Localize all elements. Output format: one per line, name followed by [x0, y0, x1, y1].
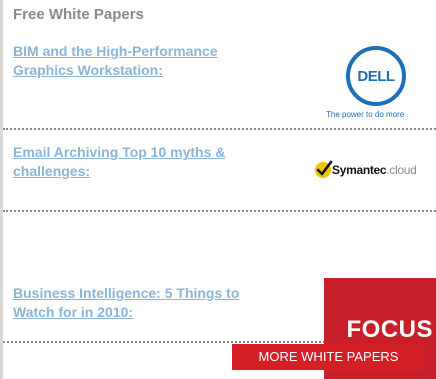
focus-logo-text: FOCUS	[346, 316, 433, 343]
paper-link-bim[interactable]: BIM and the High-Performance Graphics Wo…	[13, 42, 218, 80]
divider	[3, 341, 325, 343]
dell-logo-text: DELL	[357, 67, 395, 85]
more-white-papers-button[interactable]: MORE WHITE PAPERS	[232, 344, 425, 370]
white-papers-panel: Free White Papers BIM and the High-Perfo…	[0, 0, 436, 379]
paper-link-line: Graphics Workstation:	[13, 62, 163, 78]
paper-link-line: Watch for in 2010:	[13, 304, 134, 320]
paper-link-line: BIM and the High-Performance	[13, 43, 218, 59]
symantec-suffix: .cloud	[386, 163, 417, 177]
dell-logo[interactable]: DELL The power to do more	[326, 46, 436, 122]
paper-link-line: Email Archiving Top 10 myths &	[13, 144, 226, 160]
symantec-name: Symantec	[332, 163, 387, 177]
dell-tagline: The power to do more	[326, 110, 405, 119]
paper-link-business-intelligence[interactable]: Business Intelligence: 5 Things to Watch…	[13, 284, 239, 322]
divider	[3, 210, 436, 212]
symantec-logo[interactable]: Symantec .cloud	[315, 160, 417, 178]
section-title: Free White Papers	[13, 6, 144, 23]
paper-link-line: challenges:	[13, 163, 91, 179]
paper-link-line: Business Intelligence: 5 Things to	[13, 285, 240, 301]
paper-link-email-archiving[interactable]: Email Archiving Top 10 myths & challenge…	[13, 143, 225, 181]
dell-logo-circle: DELL	[346, 46, 406, 106]
checkmark-icon	[315, 160, 333, 178]
divider	[3, 128, 436, 130]
